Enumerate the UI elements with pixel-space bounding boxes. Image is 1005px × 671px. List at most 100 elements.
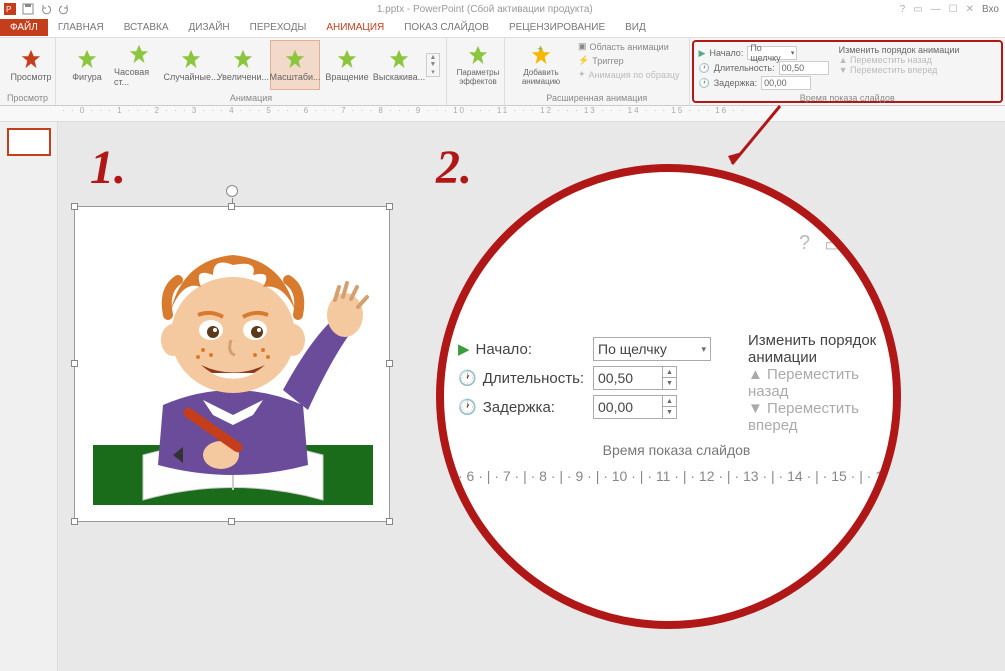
maximize-button[interactable]: ☐ [949,4,958,15]
move-later-button: ▼ Переместить вперед [839,65,960,75]
mag-window-controls: ? ▭ [799,232,843,257]
help-button[interactable]: ? [900,4,906,15]
animation-gallery[interactable]: Фигура Часовая ст... Случайные... Увелич… [62,40,440,90]
gallery-more-button[interactable]: ▲▼▾ [426,53,440,77]
annotation-arrow [720,104,790,174]
quick-access-toolbar: P [4,3,70,15]
effect-wheel[interactable]: Часовая ст... [114,40,164,90]
trigger-icon: ⚡ [578,55,589,66]
chevron-up-icon: ▲ [748,366,763,383]
duration-input[interactable]: 00,50 [779,61,829,75]
add-animation-button[interactable]: + Добавить анимацию [511,40,571,90]
svg-text:+: + [537,44,542,53]
redo-icon[interactable] [58,3,70,15]
resize-handle[interactable] [386,360,393,367]
magnifier-annotation: ? ▭ ▶ Начало: По щелчку▾ 🕐 Длительность: 0… [436,164,901,629]
mag-move-later: ▼ Переместить вперед [748,400,895,434]
start-label: Начало: [709,48,743,58]
selected-image[interactable] [74,206,390,522]
mag-start-dropdown[interactable]: По щелчку▾ [593,337,711,361]
ribbon-tabs: ФАЙЛ ГЛАВНАЯ ВСТАВКА ДИЗАЙН ПЕРЕХОДЫ АНИ… [0,18,1005,38]
preview-group-label: Просмотр [6,93,49,103]
tab-file[interactable]: ФАЙЛ [0,19,48,36]
ribbon-group-preview: Просмотр Просмотр [0,38,56,105]
play-icon: ▶ [699,48,706,59]
tab-transitions[interactable]: ПЕРЕХОДЫ [240,19,317,36]
titlebar: P 1.pptx - PowerPoint (Сбой активации пр… [0,0,1005,18]
play-icon: ▶ [458,340,470,358]
tab-view[interactable]: ВИД [615,19,656,36]
preview-label: Просмотр [10,72,51,82]
spinner-buttons[interactable]: ▲▼ [663,366,677,390]
delay-label: Задержка: [714,78,757,88]
window-controls: ? ▭ — ☐ ✕ Вхо [900,4,999,15]
help-icon: ? [799,232,810,257]
painter-icon: ✦ [578,69,586,80]
mag-delay-input[interactable]: 00,00 [593,395,663,419]
reorder-title: Изменить порядок анимации [839,45,960,55]
mag-timing-panel: ▶ Начало: По щелчку▾ 🕐 Длительность: 00,50… [458,332,895,484]
horizontal-ruler: · · 0 · · · 1 · · · 2 · · · 3 · · · 4 · … [0,106,1005,122]
tab-home[interactable]: ГЛАВНАЯ [48,19,114,36]
mag-ruler: · 6 · | · 7 · | · 8 · | · 9 · | · 10 · |… [458,468,895,484]
annotation-number-1: 1. [90,140,126,195]
svg-text:P: P [6,5,11,14]
tab-slideshow[interactable]: ПОКАЗ СЛАЙДОВ [394,19,499,36]
trigger-button[interactable]: ⚡Триггер [575,54,683,67]
move-earlier-button: ▲ Переместить назад [839,55,960,65]
preview-button[interactable]: Просмотр [6,40,56,90]
resize-handle[interactable] [386,203,393,210]
animation-group-label: Анимация [62,93,440,103]
save-icon[interactable] [22,3,34,15]
minimize-button[interactable]: — [931,4,941,15]
effect-bounce[interactable]: Выскакива... [374,40,424,90]
ribbon-options-button[interactable]: ▭ [913,4,922,15]
mag-delay-label: Задержка: [483,399,555,416]
resize-handle[interactable] [228,203,235,210]
effect-shape[interactable]: Фигура [62,40,112,90]
effect-random[interactable]: Случайные... [166,40,216,90]
resize-handle[interactable] [71,360,78,367]
tab-design[interactable]: ДИЗАЙН [179,19,240,36]
effect-zoom[interactable]: Масштаби... [270,40,320,90]
mag-duration-input[interactable]: 00,50 [593,366,663,390]
undo-icon[interactable] [40,3,52,15]
signin-label[interactable]: Вхо [982,4,999,15]
animation-pane-button[interactable]: ▣Область анимации [575,40,683,53]
tab-review[interactable]: РЕЦЕНЗИРОВАНИЕ [499,19,615,36]
start-dropdown[interactable]: По щелчку▾ [747,46,797,60]
window-title: 1.pptx - PowerPoint (Сбой активации прод… [70,4,900,15]
delay-icon: 🕐 [458,398,477,416]
resize-handle[interactable] [71,203,78,210]
slide-thumbnails [0,122,58,671]
resize-handle[interactable] [228,518,235,525]
mag-move-earlier: ▲ Переместить назад [748,366,895,400]
ribbon-group-timing: ▶Начало:По щелчку▾ 🕐Длительность:00,50 🕐… [692,40,1003,103]
powerpoint-icon: P [4,3,16,15]
timing-group-label: Время показа слайдов [699,93,996,103]
close-button[interactable]: ✕ [966,4,974,15]
delay-icon: 🕐 [699,78,710,89]
mag-reorder-title: Изменить порядок анимации [748,332,895,366]
chevron-down-icon: ▼ [748,400,763,417]
rotation-handle[interactable] [226,185,238,197]
delay-input[interactable]: 00,00 [761,76,811,90]
tab-animations[interactable]: АНИМАЦИЯ [316,19,394,36]
effect-swivel[interactable]: Вращение [322,40,372,90]
mag-reorder-panel: Изменить порядок анимации ▲ Переместить … [748,332,895,434]
ribbon-group-animation: Фигура Часовая ст... Случайные... Увелич… [56,38,447,105]
mag-duration-label: Длительность: [483,370,584,387]
window-icon: ▭ [824,232,843,257]
mag-start-label: Начало: [476,341,532,358]
ribbon: Просмотр Просмотр Фигура Часовая ст... С… [0,38,1005,106]
slide-thumbnail-1[interactable] [7,128,51,156]
tab-insert[interactable]: ВСТАВКА [114,19,179,36]
resize-handle[interactable] [71,518,78,525]
effect-grow[interactable]: Увеличени... [218,40,268,90]
duration-label: Длительность: [714,63,775,73]
spinner-buttons[interactable]: ▲▼ [663,395,677,419]
effect-options-button[interactable]: Параметры эффектов [453,40,503,90]
clock-icon: 🕐 [458,369,477,387]
cartoon-boy-image [83,215,383,515]
resize-handle[interactable] [386,518,393,525]
